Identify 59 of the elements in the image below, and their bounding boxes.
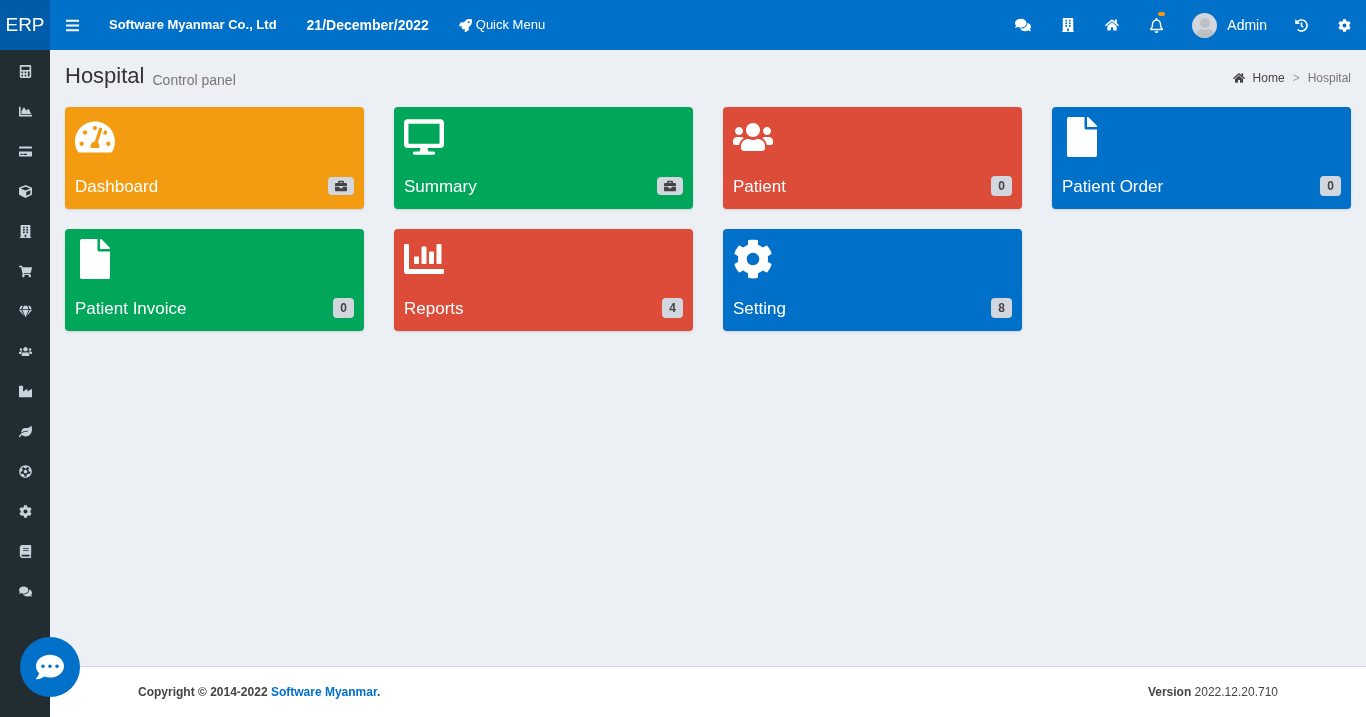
breadcrumb-separator: > <box>1292 70 1300 87</box>
leaf-icon[interactable] <box>18 425 32 438</box>
history-icon[interactable] <box>1295 18 1308 32</box>
monitor-icon <box>404 117 444 157</box>
chat-icon[interactable] <box>1015 17 1032 33</box>
avatar[interactable] <box>1192 12 1218 38</box>
breadcrumb-current: Hospital <box>1307 70 1351 87</box>
copyright-text: Copyright © 2014-2022 Software Myanmar. <box>138 684 381 701</box>
module-tile[interactable]: Patient Invoice 0 <box>65 229 364 331</box>
factory-icon[interactable] <box>18 385 32 398</box>
home-icon[interactable] <box>1105 18 1120 32</box>
brand-logo: ERP <box>0 0 50 50</box>
settings-icon[interactable] <box>1338 18 1351 32</box>
menu-icon[interactable] <box>65 17 80 33</box>
tile-label: Summary <box>404 175 477 198</box>
user-name[interactable]: Admin <box>1227 14 1267 36</box>
count-badge: 0 <box>991 176 1012 197</box>
module-tile[interactable]: Reports 4 <box>394 229 693 331</box>
briefcase-icon <box>664 180 676 193</box>
building-icon[interactable] <box>1061 18 1076 32</box>
tile-label: Setting <box>733 297 786 320</box>
breadcrumb-link[interactable]: Home <box>1232 69 1285 87</box>
area-chart-icon[interactable] <box>18 105 32 118</box>
credit-card-icon[interactable] <box>18 145 32 158</box>
users-icon[interactable] <box>18 345 32 358</box>
tile-label: Patient <box>733 175 786 198</box>
tile-label: Dashboard <box>75 175 159 198</box>
diamond-icon[interactable] <box>18 305 32 318</box>
building-icon[interactable] <box>18 225 32 238</box>
date-text: 21/December/2022 <box>306 15 429 35</box>
count-badge: 0 <box>1320 176 1341 197</box>
module-tile[interactable]: Patient 0 <box>723 107 1022 209</box>
tile-label: Reports <box>404 297 464 320</box>
cart-icon[interactable] <box>18 265 32 278</box>
tile-label: Patient Order <box>1062 175 1164 198</box>
module-tile[interactable]: Setting 8 <box>723 229 1022 331</box>
home-icon <box>1232 72 1245 84</box>
count-badge: 0 <box>333 298 354 319</box>
count-badge: 4 <box>662 298 683 319</box>
module-tile[interactable]: Patient Order 0 <box>1052 107 1351 209</box>
briefcase-icon <box>335 180 347 193</box>
count-badge: 8 <box>991 298 1012 319</box>
chat-bubble-icon <box>36 653 64 681</box>
company-link[interactable]: Software Myanmar <box>270 685 377 699</box>
cube-icon[interactable] <box>18 185 32 198</box>
bell-icon <box>1149 17 1165 33</box>
tile-label: Patient Invoice <box>75 297 187 320</box>
page-subtitle: Control panel <box>152 73 236 87</box>
speech-bubbles-icon[interactable] <box>18 585 32 598</box>
user-silhouette-icon <box>1194 17 1215 38</box>
calculator-icon[interactable] <box>18 65 32 78</box>
page-title: Hospital <box>65 65 145 87</box>
gear-icon <box>733 239 773 279</box>
book-icon[interactable] <box>18 545 32 558</box>
rocket-icon <box>458 18 472 32</box>
company-name: Software Myanmar Co., Ltd <box>109 16 277 35</box>
gear-icon[interactable] <box>18 505 32 518</box>
quick-menu-link[interactable]: Quick Menu <box>458 15 546 35</box>
version-text: Version 2022.12.20.710 <box>1147 684 1278 701</box>
